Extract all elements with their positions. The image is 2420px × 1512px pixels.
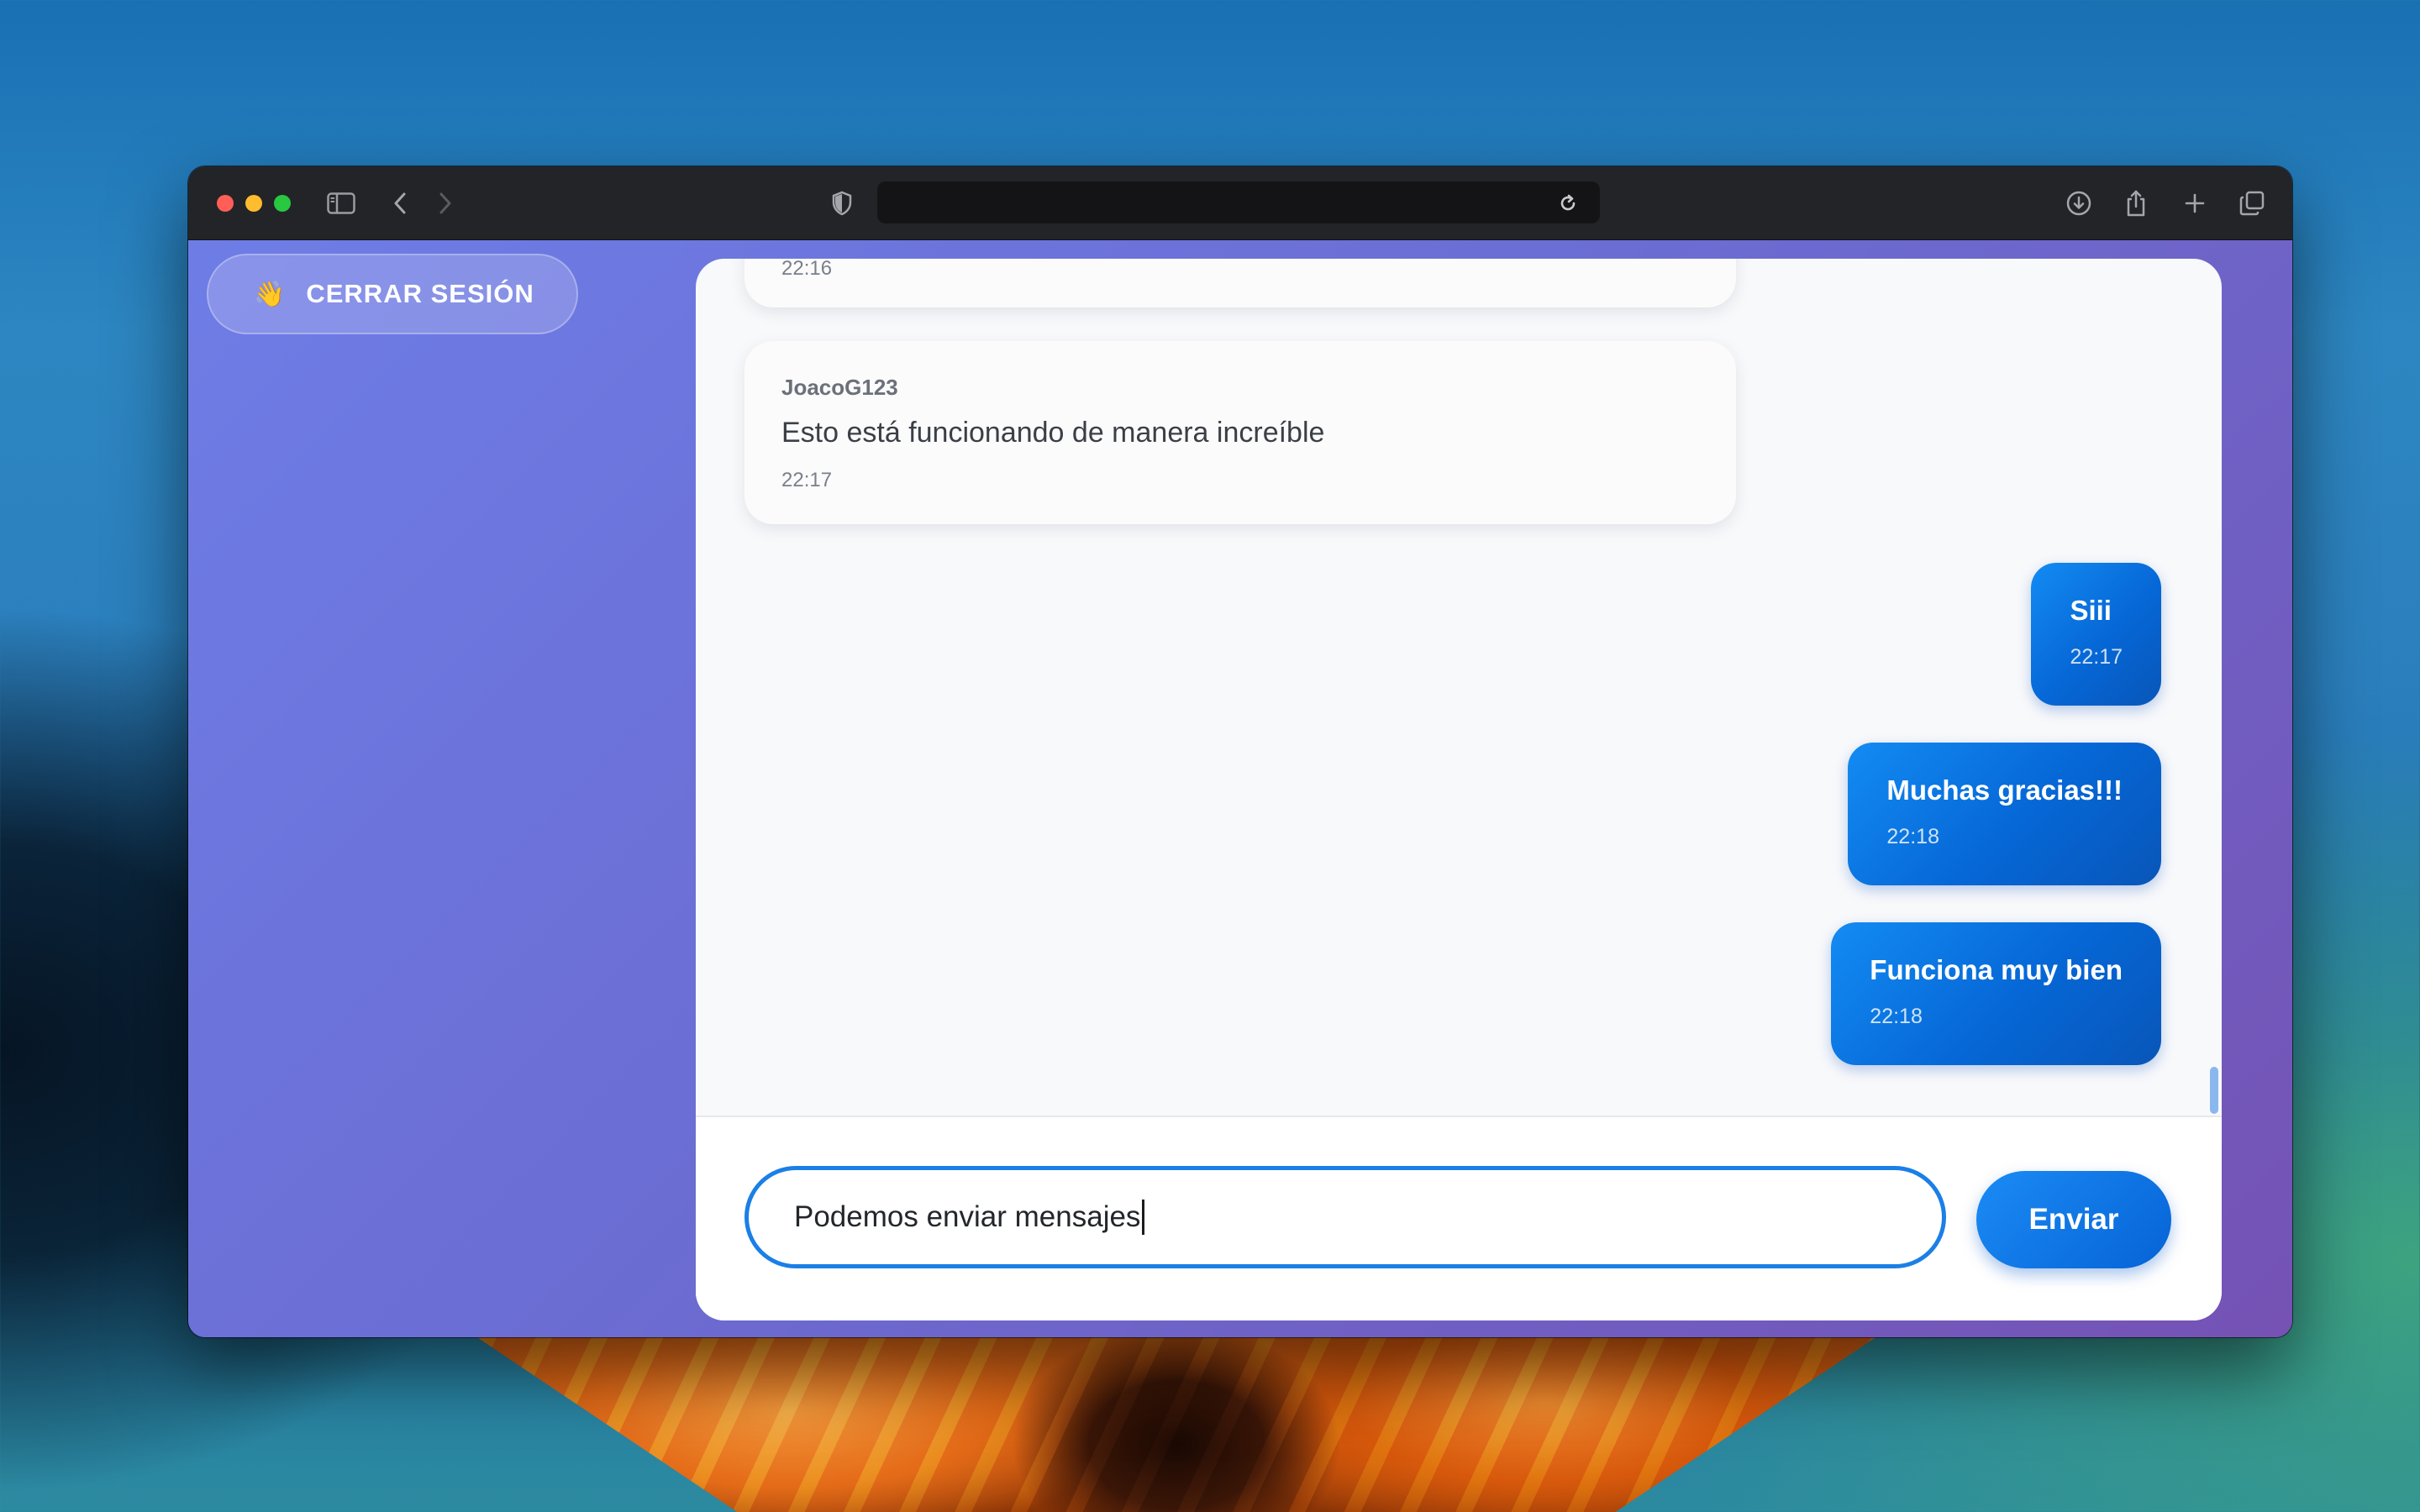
message-username: JoacoG123 (781, 375, 898, 400)
message-outgoing: Muchas gracias!!! 22:18 (1848, 743, 2161, 885)
sidebar-toggle-icon[interactable] (323, 185, 360, 222)
message-time: 22:16 (781, 259, 833, 280)
browser-window: 👋 CERRAR SESIÓN 22:16 JoacoG123 Esto est… (188, 166, 2292, 1337)
send-button[interactable]: Enviar (1976, 1171, 2171, 1268)
message-list-scrollbar[interactable] (2210, 1067, 2218, 1114)
close-window-button[interactable] (217, 195, 234, 212)
message-time: 22:17 (2070, 645, 2123, 669)
logout-label: CERRAR SESIÓN (306, 279, 534, 308)
downloads-icon[interactable] (2060, 185, 2097, 222)
chat-page: 👋 CERRAR SESIÓN 22:16 JoacoG123 Esto est… (188, 240, 2292, 1337)
back-icon[interactable] (381, 185, 418, 222)
message-outgoing: Siii 22:17 (2031, 563, 2161, 706)
zoom-window-button[interactable] (274, 195, 291, 212)
reload-icon[interactable] (1549, 185, 1586, 222)
message-time: 22:18 (1870, 1005, 1923, 1028)
waving-hand-icon: 👋 (254, 280, 287, 308)
tab-overview-icon[interactable] (2233, 185, 2270, 222)
message-text: Muchas gracias!!! (1886, 774, 2123, 806)
message-composer: Podemos enviar mensajes Enviar (696, 1116, 2222, 1320)
message-input[interactable]: Podemos enviar mensajes (744, 1166, 1946, 1268)
message-text: Siii (2070, 595, 2112, 626)
privacy-shield-icon[interactable] (823, 185, 860, 222)
minimize-window-button[interactable] (245, 195, 262, 212)
browser-toolbar (188, 166, 2292, 240)
message-list[interactable]: 22:16 JoacoG123 Esto está funcionando de… (696, 259, 2222, 1116)
message-incoming: JoacoG123 Esto está funcionando de maner… (744, 341, 1736, 524)
message-time: 22:17 (781, 469, 833, 491)
wallpaper-abstract (437, 1310, 1916, 1512)
logout-button[interactable]: 👋 CERRAR SESIÓN (207, 254, 578, 334)
new-tab-icon[interactable] (2176, 185, 2213, 222)
message-input-value: Podemos enviar mensajes (794, 1200, 1141, 1233)
message-outgoing: Funciona muy bien 22:18 (1831, 922, 2161, 1065)
share-icon[interactable] (2118, 185, 2154, 222)
address-bar[interactable] (877, 181, 1600, 223)
message-incoming: 22:16 (744, 259, 1736, 307)
message-time: 22:18 (1886, 825, 1939, 848)
forward-icon[interactable] (427, 185, 464, 222)
chat-panel: 22:16 JoacoG123 Esto está funcionando de… (696, 259, 2222, 1320)
message-text: Esto está funcionando de manera increíbl… (781, 417, 1325, 449)
text-caret (1142, 1200, 1145, 1235)
message-text: Funciona muy bien (1870, 954, 2123, 985)
